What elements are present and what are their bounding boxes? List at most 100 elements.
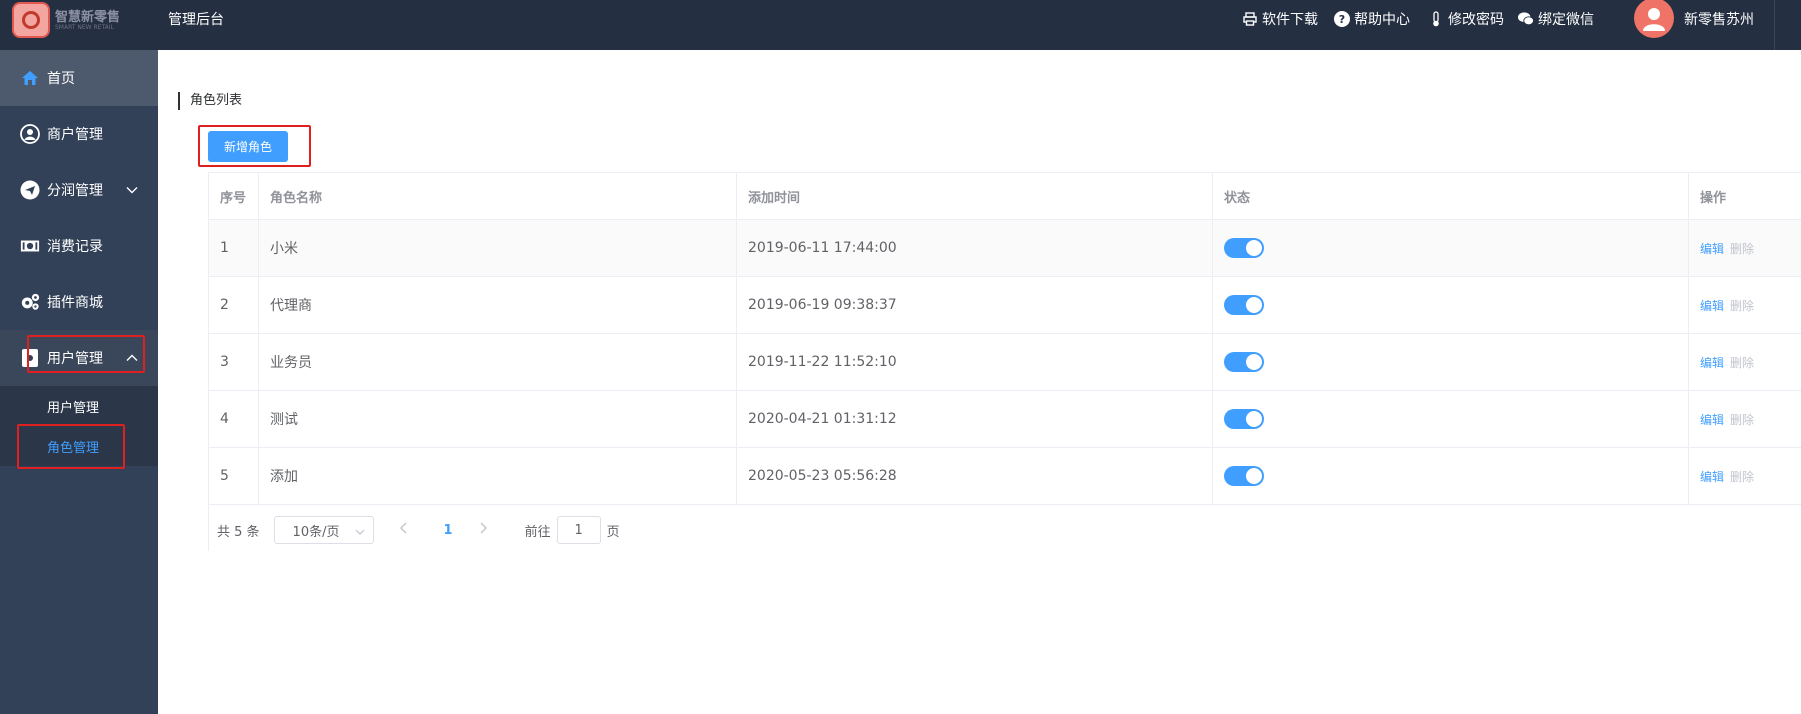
bind-wechat-link[interactable]: 绑定微信 bbox=[1518, 9, 1594, 29]
delete-link[interactable]: 删除 bbox=[1730, 411, 1754, 428]
sidebar-item-label: 插件商城 bbox=[47, 295, 103, 311]
roles-table: 序号 角色名称 添加时间 状态 操作 1 小米 2019-06-11 17:44… bbox=[208, 172, 1801, 551]
sidebar-item-label: 分润管理 bbox=[47, 183, 103, 199]
sidebar-item-merchants[interactable]: 商户管理 bbox=[0, 106, 158, 162]
top-header: 智慧新零售 SMART NEW RETAIL 管理后台 软件下载 ? 帮助中心 … bbox=[0, 0, 1801, 50]
table-row: 1 小米 2019-06-11 17:44:00 编辑 删除 bbox=[209, 220, 1801, 277]
column-header-actions: 操作 bbox=[1700, 190, 1727, 206]
printer-icon bbox=[1242, 11, 1258, 27]
status-toggle[interactable] bbox=[1224, 466, 1264, 486]
row-actions: 编辑 删除 bbox=[1689, 391, 1801, 447]
row-status bbox=[1213, 220, 1689, 276]
row-index: 3 bbox=[209, 334, 259, 390]
column-header-name: 角色名称 bbox=[259, 173, 737, 219]
prev-page-icon[interactable] bbox=[399, 522, 408, 538]
page-size-select[interactable]: 10条/页 bbox=[273, 516, 374, 544]
help-icon: ? bbox=[1334, 11, 1350, 27]
row-name: 业务员 bbox=[259, 334, 737, 390]
wechat-icon bbox=[1518, 11, 1534, 27]
goto-label: 前往 bbox=[524, 524, 551, 540]
row-index: 1 bbox=[209, 220, 259, 276]
row-actions: 编辑 删除 bbox=[1689, 277, 1801, 333]
column-header-time: 添加时间 bbox=[737, 173, 1213, 219]
row-actions: 编辑 删除 bbox=[1689, 334, 1801, 390]
table-row: 4 测试 2020-04-21 01:31:12 编辑 删除 bbox=[209, 391, 1801, 448]
row-index: 4 bbox=[209, 391, 259, 447]
sidebar-item-profit-sharing[interactable]: 分润管理 bbox=[0, 162, 158, 218]
sidebar-item-label: 商户管理 bbox=[47, 127, 103, 143]
svg-text:?: ? bbox=[1339, 13, 1345, 26]
logo-subtitle: SMART NEW RETAIL bbox=[55, 24, 114, 31]
chevron-down-icon bbox=[126, 182, 138, 198]
column-header-status: 状态 bbox=[1213, 173, 1689, 219]
edit-link[interactable]: 编辑 bbox=[1700, 354, 1724, 371]
sidebar-item-consumption-records[interactable]: 消费记录 bbox=[0, 218, 158, 274]
thermometer-icon bbox=[1428, 11, 1444, 27]
table-row: 3 业务员 2019-11-22 11:52:10 编辑 删除 bbox=[209, 334, 1801, 391]
logo[interactable] bbox=[12, 2, 50, 38]
row-index: 5 bbox=[209, 448, 259, 504]
row-time: 2020-04-21 01:31:12 bbox=[737, 391, 1213, 447]
row-time: 2020-05-23 05:56:28 bbox=[737, 448, 1213, 504]
page-size-value: 10条/页 bbox=[292, 524, 340, 540]
table-header: 序号 角色名称 添加时间 状态 操作 bbox=[209, 173, 1801, 220]
help-link[interactable]: ? 帮助中心 bbox=[1334, 9, 1410, 29]
edit-link[interactable]: 编辑 bbox=[1700, 297, 1724, 314]
delete-link[interactable]: 删除 bbox=[1730, 354, 1754, 371]
row-actions: 编辑 删除 bbox=[1689, 220, 1801, 276]
row-name: 测试 bbox=[259, 391, 737, 447]
add-role-button[interactable]: 新增角色 bbox=[208, 131, 288, 162]
goto-page-input[interactable]: 1 bbox=[556, 516, 601, 544]
money-icon bbox=[20, 236, 40, 256]
highlight-box-user-management bbox=[27, 335, 145, 373]
avatar[interactable] bbox=[1634, 0, 1674, 38]
column-header-index: 序号 bbox=[209, 173, 259, 219]
row-name: 代理商 bbox=[259, 277, 737, 333]
bind-wechat-label: 绑定微信 bbox=[1538, 12, 1594, 28]
home-icon bbox=[20, 68, 40, 88]
row-status bbox=[1213, 391, 1689, 447]
header-divider bbox=[1774, 0, 1775, 50]
delete-link[interactable]: 删除 bbox=[1730, 240, 1754, 257]
download-label: 软件下载 bbox=[1262, 12, 1318, 28]
page-number-current[interactable]: 1 bbox=[444, 523, 453, 538]
row-status bbox=[1213, 448, 1689, 504]
delete-link[interactable]: 删除 bbox=[1730, 468, 1754, 485]
sidebar-item-home[interactable]: 首页 bbox=[0, 50, 158, 106]
status-toggle[interactable] bbox=[1224, 238, 1264, 258]
row-name: 添加 bbox=[259, 448, 737, 504]
sidebar-subitem-users[interactable]: 用户管理 bbox=[47, 397, 99, 416]
delete-link[interactable]: 删除 bbox=[1730, 297, 1754, 314]
app-title: 管理后台 bbox=[168, 12, 224, 28]
row-time: 2019-11-22 11:52:10 bbox=[737, 334, 1213, 390]
pagination: 共 5 条 10条/页 1 前往 1 页 bbox=[209, 508, 1801, 552]
pagination-total: 共 5 条 bbox=[217, 524, 260, 540]
change-password-label: 修改密码 bbox=[1448, 12, 1504, 28]
username[interactable]: 新零售苏州 bbox=[1684, 9, 1754, 29]
status-toggle[interactable] bbox=[1224, 409, 1264, 429]
row-time: 2019-06-19 09:38:37 bbox=[737, 277, 1213, 333]
highlight-box-role-management bbox=[17, 424, 125, 469]
change-password-link[interactable]: 修改密码 bbox=[1428, 9, 1504, 29]
row-time: 2019-06-11 17:44:00 bbox=[737, 220, 1213, 276]
next-page-icon[interactable] bbox=[479, 522, 487, 538]
status-toggle[interactable] bbox=[1224, 352, 1264, 372]
table-row: 2 代理商 2019-06-19 09:38:37 编辑 删除 bbox=[209, 277, 1801, 334]
cogs-icon bbox=[20, 292, 40, 312]
sidebar-item-plugin-store[interactable]: 插件商城 bbox=[0, 274, 158, 330]
row-index: 2 bbox=[209, 277, 259, 333]
status-toggle[interactable] bbox=[1224, 295, 1264, 315]
send-icon bbox=[20, 180, 40, 200]
download-link[interactable]: 软件下载 bbox=[1242, 9, 1318, 29]
row-status bbox=[1213, 334, 1689, 390]
help-label: 帮助中心 bbox=[1354, 12, 1410, 28]
edit-link[interactable]: 编辑 bbox=[1700, 411, 1724, 428]
sidebar-item-label: 消费记录 bbox=[47, 239, 103, 255]
edit-link[interactable]: 编辑 bbox=[1700, 240, 1724, 257]
row-name: 小米 bbox=[259, 220, 737, 276]
edit-link[interactable]: 编辑 bbox=[1700, 468, 1724, 485]
page-title: 角色列表 bbox=[178, 92, 242, 110]
goto-suffix: 页 bbox=[606, 524, 620, 540]
row-actions: 编辑 删除 bbox=[1689, 448, 1801, 504]
sidebar-item-label: 首页 bbox=[47, 71, 75, 87]
